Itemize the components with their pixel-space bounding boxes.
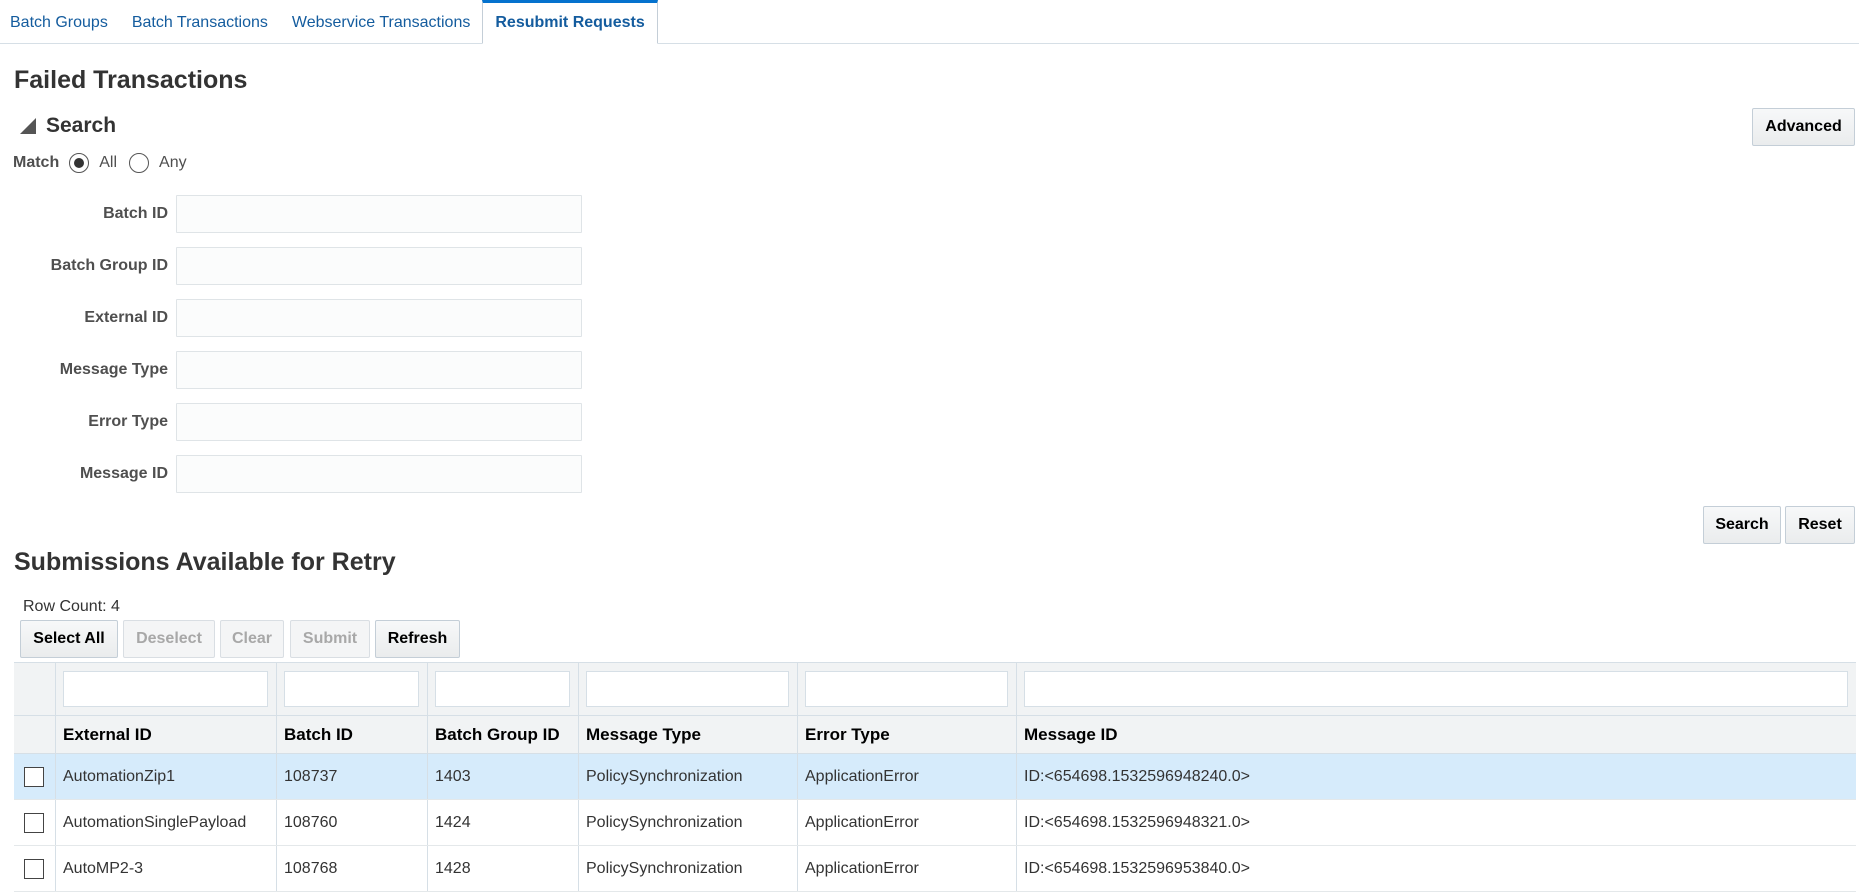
- match-selector: Match All Any: [13, 153, 199, 173]
- collapse-triangle-icon[interactable]: [20, 118, 36, 134]
- batch-group-id-row: Batch Group ID: [0, 247, 582, 285]
- deselect-button[interactable]: Deselect: [123, 620, 215, 658]
- batch-id-label: Batch ID: [103, 205, 168, 222]
- tab-webservice-transactions[interactable]: Webservice Transactions: [280, 1, 482, 44]
- batch-group-id-label: Batch Group ID: [50, 257, 168, 274]
- cell-batch-id: 108768: [277, 846, 428, 891]
- external-id-row: External ID: [0, 299, 582, 337]
- match-any-radio[interactable]: [129, 153, 150, 173]
- filter-row: [14, 663, 1856, 716]
- error-type-row: Error Type: [0, 403, 582, 441]
- row-checkbox-cell: [14, 800, 56, 845]
- row-checkbox[interactable]: [24, 812, 44, 833]
- filter-message-type-input[interactable]: [586, 671, 789, 707]
- tab-bar: Batch Groups Batch Transactions Webservi…: [0, 0, 1859, 44]
- message-id-input[interactable]: [176, 455, 582, 493]
- cell-error-type: ApplicationError: [798, 800, 1017, 845]
- cell-message-type: PolicySynchronization: [579, 754, 798, 799]
- filter-batch-group-id-input[interactable]: [435, 671, 570, 707]
- cell-batch-id: 108760: [277, 800, 428, 845]
- message-type-row: Message Type: [0, 351, 582, 389]
- message-id-row: Message ID: [0, 455, 582, 493]
- section-title: Submissions Available for Retry: [14, 548, 396, 576]
- search-panel-header[interactable]: Search: [20, 114, 116, 138]
- row-checkbox[interactable]: [24, 858, 44, 879]
- external-id-label: External ID: [84, 309, 168, 326]
- page-title: Failed Transactions: [14, 66, 248, 94]
- clear-button[interactable]: Clear: [220, 620, 284, 658]
- advanced-button[interactable]: Advanced: [1752, 108, 1855, 146]
- select-all-button[interactable]: Select All: [20, 620, 118, 658]
- cell-error-type: ApplicationError: [798, 754, 1017, 799]
- batch-id-row: Batch ID: [0, 195, 582, 233]
- filter-cell: [56, 663, 277, 715]
- cell-message-type: PolicySynchronization: [579, 846, 798, 891]
- tab-resubmit-requests[interactable]: Resubmit Requests: [482, 0, 658, 44]
- cell-batch-group-id: 1403: [428, 754, 579, 799]
- match-label: Match: [13, 154, 60, 171]
- filter-cell: [579, 663, 798, 715]
- row-count: Row Count: 4: [23, 598, 120, 615]
- filter-checkbox-cell: [14, 663, 56, 715]
- refresh-button[interactable]: Refresh: [375, 620, 460, 658]
- filter-cell: [277, 663, 428, 715]
- error-type-input[interactable]: [176, 403, 582, 441]
- filter-cell: [1017, 663, 1856, 715]
- cell-batch-group-id: 1424: [428, 800, 579, 845]
- row-checkbox-cell: [14, 754, 56, 799]
- match-all-radio[interactable]: [69, 153, 90, 173]
- cell-error-type: ApplicationError: [798, 846, 1017, 891]
- cell-message-type: PolicySynchronization: [579, 800, 798, 845]
- tab-batch-groups[interactable]: Batch Groups: [0, 1, 120, 44]
- submissions-table: External ID Batch ID Batch Group ID Mess…: [14, 662, 1856, 892]
- table-row[interactable]: AutomationSinglePayload 108760 1424 Poli…: [14, 800, 1856, 846]
- cell-message-id: ID:<654698.1532596948321.0>: [1024, 813, 1250, 831]
- batch-id-input[interactable]: [176, 195, 582, 233]
- filter-message-id-input[interactable]: [1024, 671, 1848, 707]
- cell-external-id: AutomationSinglePayload: [56, 800, 277, 845]
- column-header-error-type[interactable]: Error Type: [798, 716, 1017, 753]
- message-id-label: Message ID: [79, 465, 168, 482]
- message-type-input[interactable]: [176, 351, 582, 389]
- cell-batch-group-id: 1428: [428, 846, 579, 891]
- filter-error-type-input[interactable]: [805, 671, 1008, 707]
- external-id-input[interactable]: [176, 299, 582, 337]
- column-header-batch-id[interactable]: Batch ID: [277, 716, 428, 753]
- reset-button[interactable]: Reset: [1785, 506, 1855, 544]
- column-header-message-id[interactable]: Message ID: [1017, 716, 1856, 753]
- search-button[interactable]: Search: [1703, 506, 1781, 544]
- header-checkbox-cell: [14, 716, 56, 753]
- cell-external-id: AutomationZip1: [56, 754, 277, 799]
- cell-message-id: ID:<654698.1532596948240.0>: [1024, 767, 1250, 785]
- cell-batch-id: 108737: [277, 754, 428, 799]
- match-any-label[interactable]: Any: [159, 154, 187, 172]
- error-type-label: Error Type: [88, 413, 168, 430]
- match-all-label[interactable]: All: [99, 154, 117, 172]
- table-row[interactable]: AutomationZip1 108737 1403 PolicySynchro…: [14, 754, 1856, 800]
- filter-cell: [428, 663, 579, 715]
- column-header-batch-group-id[interactable]: Batch Group ID: [428, 716, 579, 753]
- row-checkbox-cell: [14, 846, 56, 891]
- submit-button[interactable]: Submit: [290, 620, 370, 658]
- filter-batch-id-input[interactable]: [284, 671, 419, 707]
- batch-group-id-input[interactable]: [176, 247, 582, 285]
- table-header: External ID Batch ID Batch Group ID Mess…: [14, 716, 1856, 754]
- column-header-external-id[interactable]: External ID: [56, 716, 277, 753]
- filter-cell: [798, 663, 1017, 715]
- tab-batch-transactions[interactable]: Batch Transactions: [120, 1, 280, 44]
- row-checkbox[interactable]: [24, 766, 44, 787]
- cell-external-id: AutoMP2-3: [56, 846, 277, 891]
- filter-external-id-input[interactable]: [63, 671, 268, 707]
- message-type-label: Message Type: [59, 361, 168, 378]
- search-title: Search: [46, 114, 117, 137]
- column-header-message-type[interactable]: Message Type: [579, 716, 798, 753]
- cell-message-id: ID:<654698.1532596953840.0>: [1024, 859, 1250, 877]
- table-row[interactable]: AutoMP2-3 108768 1428 PolicySynchronizat…: [14, 846, 1856, 892]
